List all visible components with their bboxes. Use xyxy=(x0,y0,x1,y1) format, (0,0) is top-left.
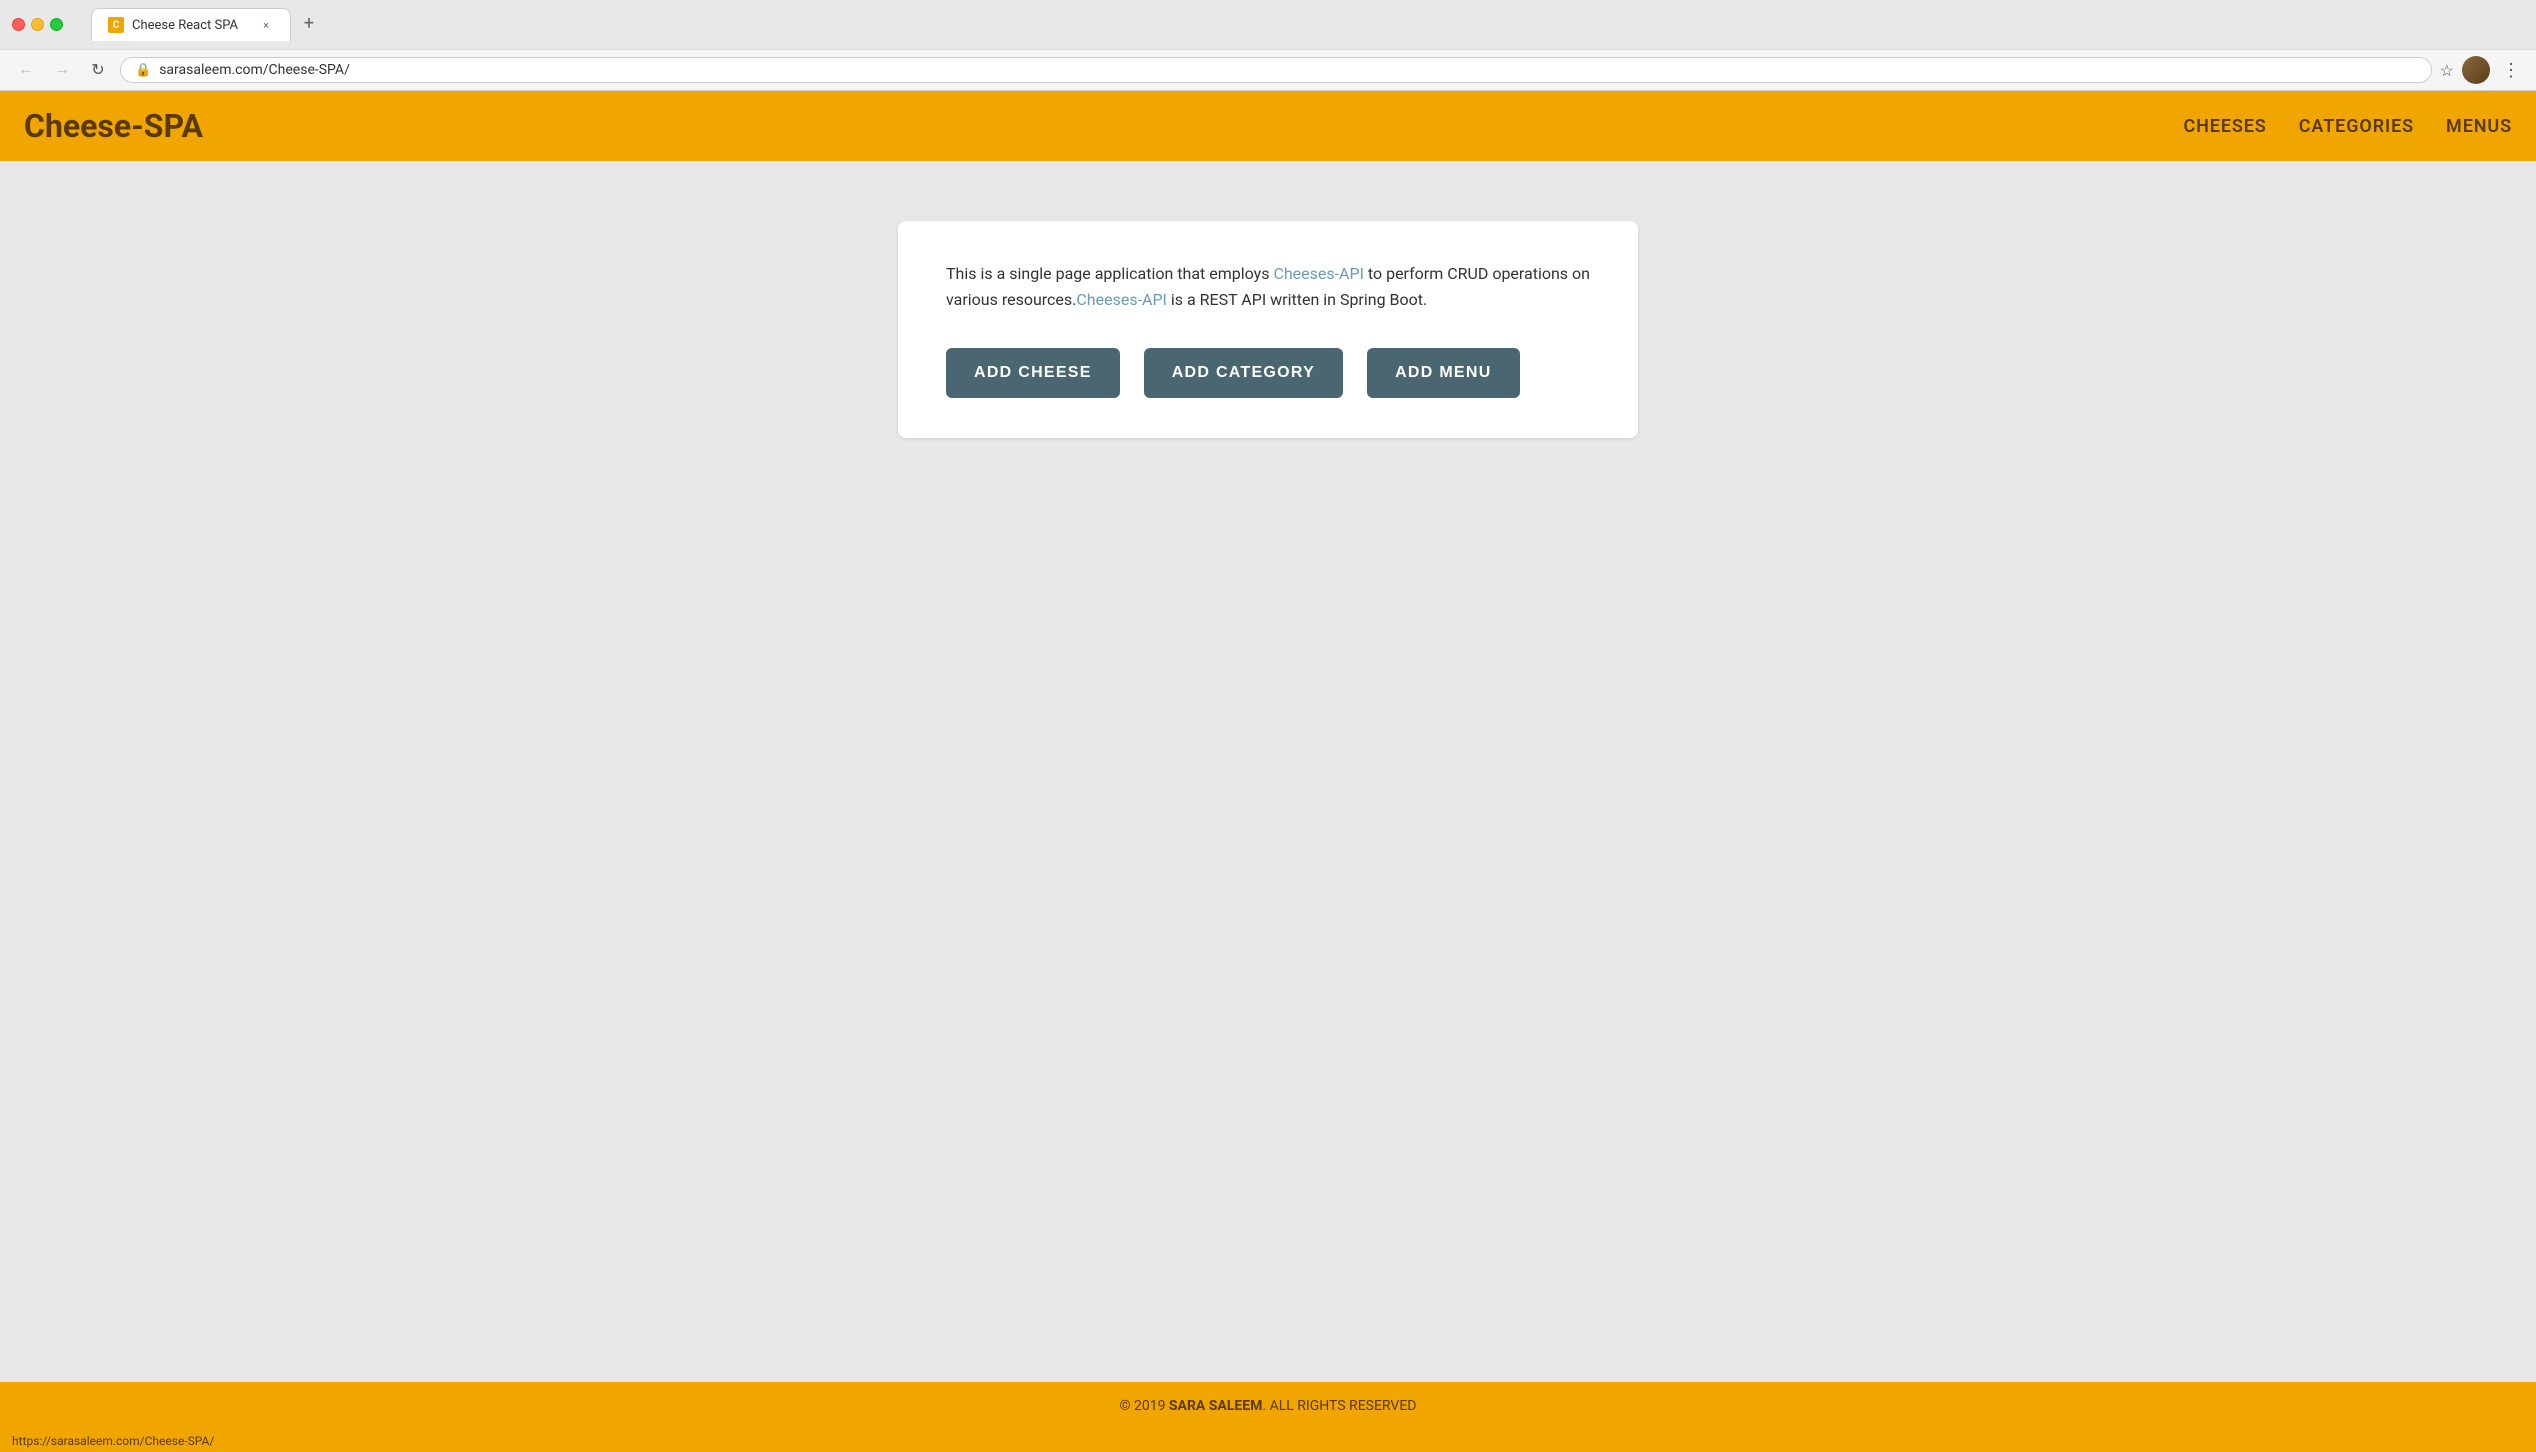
api-link-2[interactable]: Cheeses-API xyxy=(1076,290,1167,309)
footer-rights: . ALL RIGHTS RESERVED xyxy=(1262,1398,1416,1414)
minimize-window-button[interactable] xyxy=(31,18,44,31)
nav-links: CHEESES CATEGORIES MENUS xyxy=(2183,116,2512,137)
url-text: sarasaleem.com/Cheese-SPA/ xyxy=(159,62,2416,78)
back-button[interactable]: ← xyxy=(12,56,40,84)
tab-title: Cheese React SPA xyxy=(132,18,250,33)
traffic-lights xyxy=(12,18,63,31)
close-window-button[interactable] xyxy=(12,18,25,31)
app-nav: Cheese-SPA CHEESES CATEGORIES MENUS xyxy=(0,91,2536,161)
app-footer: © 2019 SARA SALEEM. ALL RIGHTS RESERVED xyxy=(0,1382,2536,1430)
api-link-1[interactable]: Cheeses-API xyxy=(1273,264,1364,283)
lock-icon: 🔒 xyxy=(135,63,151,78)
profile-avatar[interactable] xyxy=(2462,56,2490,84)
browser-tab-active[interactable]: C Cheese React SPA × xyxy=(91,8,291,41)
content-card: This is a single page application that e… xyxy=(898,221,1638,438)
app-brand[interactable]: Cheese-SPA xyxy=(24,107,203,145)
add-category-button[interactable]: ADD CATEGORY xyxy=(1144,348,1343,398)
address-bar[interactable]: 🔒 sarasaleem.com/Cheese-SPA/ xyxy=(120,57,2432,83)
tab-favicon: C xyxy=(108,17,124,33)
browser-titlebar: C Cheese React SPA × + xyxy=(0,0,2536,49)
new-tab-button[interactable]: + xyxy=(295,9,323,37)
description-text-1: This is a single page application that e… xyxy=(946,264,1273,283)
status-bar: https://sarasaleem.com/Cheese-SPA/ xyxy=(0,1430,2536,1452)
app-wrapper: Cheese-SPA CHEESES CATEGORIES MENUS This… xyxy=(0,91,2536,1430)
browser-toolbar: ← → ↻ 🔒 sarasaleem.com/Cheese-SPA/ ☆ ⋮ xyxy=(0,49,2536,90)
footer-copyright: © 2019 xyxy=(1120,1398,1169,1414)
browser-menu-button[interactable]: ⋮ xyxy=(2498,60,2524,81)
add-cheese-button[interactable]: ADD CHEESE xyxy=(946,348,1120,398)
app-main: This is a single page application that e… xyxy=(0,161,2536,1382)
footer-author: SARA SALEEM xyxy=(1169,1398,1263,1414)
maximize-window-button[interactable] xyxy=(50,18,63,31)
nav-link-cheeses[interactable]: CHEESES xyxy=(2183,116,2266,137)
forward-button[interactable]: → xyxy=(48,56,76,84)
tab-bar: C Cheese React SPA × + xyxy=(79,8,2524,41)
nav-link-categories[interactable]: CATEGORIES xyxy=(2299,116,2414,137)
browser-chrome: C Cheese React SPA × + ← → ↻ 🔒 sarasalee… xyxy=(0,0,2536,91)
add-menu-button[interactable]: ADD MENU xyxy=(1367,348,1519,398)
action-buttons: ADD CHEESE ADD CATEGORY ADD MENU xyxy=(946,348,1590,398)
tab-close-button[interactable]: × xyxy=(258,17,274,33)
reload-button[interactable]: ↻ xyxy=(84,56,112,84)
nav-link-menus[interactable]: MENUS xyxy=(2446,116,2512,137)
status-url: https://sarasaleem.com/Cheese-SPA/ xyxy=(12,1434,214,1448)
card-description: This is a single page application that e… xyxy=(946,261,1590,312)
description-text-3: is a REST API written in Spring Boot. xyxy=(1167,290,1427,309)
bookmark-icon[interactable]: ☆ xyxy=(2440,61,2454,80)
